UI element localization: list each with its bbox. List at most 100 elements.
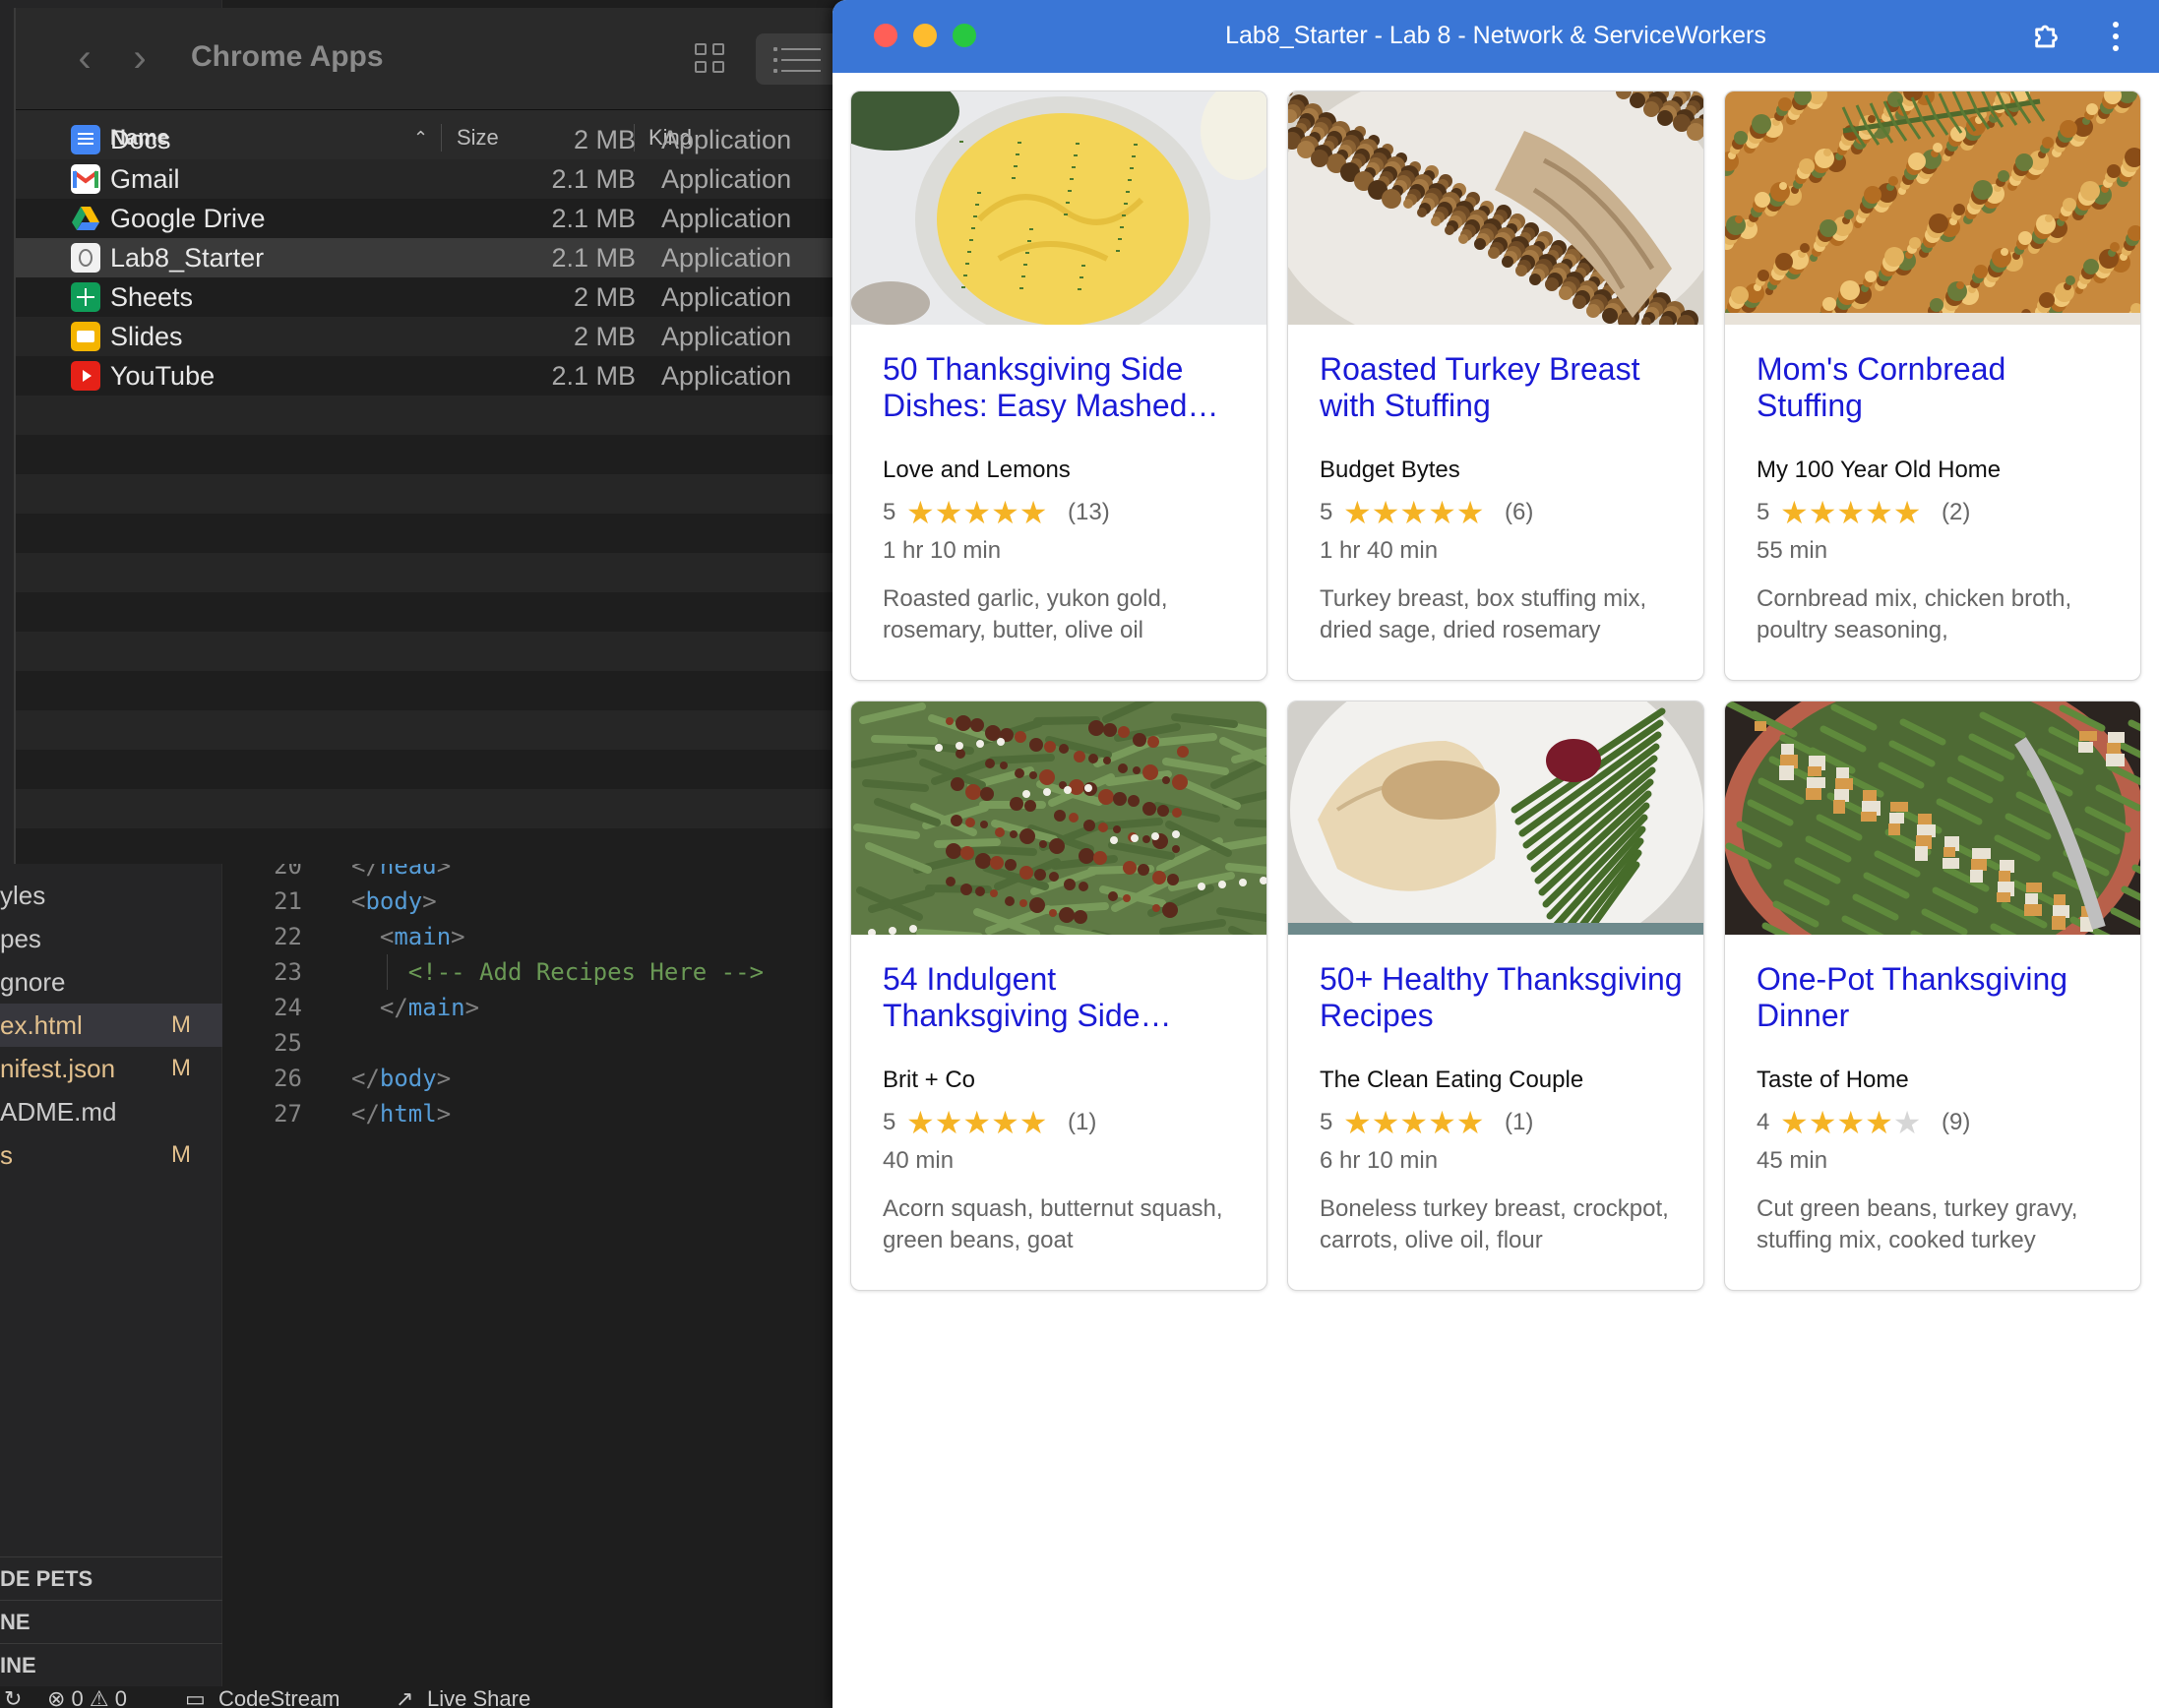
explorer-file-item[interactable]: sM xyxy=(0,1133,222,1177)
extensions-puzzle-icon[interactable] xyxy=(2031,20,2065,53)
live-share-button[interactable]: Live Share xyxy=(427,1686,530,1708)
star-filled-icon: ★ xyxy=(962,1105,992,1140)
recipe-source: Love and Lemons xyxy=(883,457,1071,483)
recipe-photo[interactable] xyxy=(851,702,1266,935)
recipe-card[interactable]: Mom's Cornbread Stuffing My 100 Year Old … xyxy=(1724,91,2141,681)
code-token: main xyxy=(394,923,452,950)
sidebar-section-header[interactable]: INE xyxy=(0,1643,222,1686)
line-number: 27 xyxy=(274,1100,302,1128)
file-row[interactable]: Sheets 2 MB Application xyxy=(16,277,846,317)
empty-row xyxy=(16,514,846,553)
file-row[interactable]: Google Drive 2.1 MB Application xyxy=(16,199,846,238)
explorer-file-item[interactable]: nifest.json M xyxy=(0,1047,222,1090)
file-name: Lab8_Starter xyxy=(110,243,265,273)
file-size: 2.1 MB xyxy=(551,204,636,233)
star-filled-icon: ★ xyxy=(1836,1105,1866,1140)
recipe-photo[interactable] xyxy=(851,92,1266,325)
grid-view-icon[interactable] xyxy=(691,39,732,79)
star-filled-icon: ★ xyxy=(1399,495,1429,530)
code-line[interactable]: 23 <!-- Add Recipes Here --> xyxy=(223,954,846,990)
recipe-ingredients: Acorn squash, butternut squash, green be… xyxy=(883,1195,1223,1253)
rating-stars: ★★★★★ xyxy=(906,495,1047,530)
file-kind: Application xyxy=(661,361,792,391)
recipe-time: 40 min xyxy=(883,1147,955,1174)
recipe-title-link[interactable]: One-Pot Thanksgiving Dinner xyxy=(1757,961,2121,1036)
code-line[interactable]: 25 xyxy=(223,1025,846,1061)
recipe-title-link[interactable]: 50+ Healthy Thanksgiving Recipes xyxy=(1320,961,1684,1036)
file-row[interactable]: Gmail 2.1 MB Application xyxy=(16,159,846,199)
recipe-card[interactable]: 50 Thanksgiving Side Dishes: Easy Mashed… xyxy=(850,91,1267,681)
file-row[interactable]: Slides 2 MB Application xyxy=(16,317,846,356)
recipe-source: Taste of Home xyxy=(1757,1067,1909,1093)
codestream-button[interactable]: CodeStream xyxy=(218,1686,340,1708)
file-size: 2 MB xyxy=(573,322,636,351)
recipe-source: My 100 Year Old Home xyxy=(1757,457,2002,483)
file-kind: Application xyxy=(661,125,792,154)
code-line[interactable]: 24 </main> xyxy=(223,990,846,1025)
recipe-photo[interactable] xyxy=(1288,92,1703,325)
star-filled-icon: ★ xyxy=(1018,1105,1048,1140)
explorer-file-name: yles xyxy=(0,881,46,910)
rating-value: 5 xyxy=(883,1109,896,1135)
recipe-card[interactable]: 50+ Healthy Thanksgiving Recipes The Clea… xyxy=(1287,701,1704,1291)
live-share-icon: ↗ xyxy=(396,1686,414,1708)
star-filled-icon: ★ xyxy=(991,495,1019,530)
explorer-file-item[interactable]: pes xyxy=(0,917,222,960)
explorer-file-item[interactable]: gnore xyxy=(0,960,222,1004)
chrome-app-window: Lab8_Starter - Lab 8 - Network & Service… xyxy=(833,0,2159,1708)
recipe-photo[interactable] xyxy=(1288,702,1703,935)
more-menu-icon[interactable] xyxy=(2110,22,2120,51)
code-line[interactable]: 21 <body> xyxy=(223,884,846,919)
star-filled-icon: ★ xyxy=(1018,495,1048,530)
back-chevron-icon[interactable]: ‹ xyxy=(65,35,104,81)
star-filled-icon: ★ xyxy=(1399,1105,1429,1140)
star-filled-icon: ★ xyxy=(1343,1105,1372,1140)
forward-chevron-icon[interactable]: › xyxy=(120,35,159,81)
recipe-ingredients: Turkey breast, box stuffing mix, dried s… xyxy=(1320,585,1647,643)
explorer-file-item[interactable]: yles xyxy=(0,874,222,917)
file-row[interactable]: YouTube 2.1 MB Application xyxy=(16,356,846,396)
sidebar-section-header[interactable]: NE xyxy=(0,1600,222,1643)
slides-icon xyxy=(71,322,100,351)
code-token: > xyxy=(464,994,480,1021)
file-row[interactable]: Docs 2 MB Application xyxy=(16,120,846,159)
explorer-file-item[interactable]: ADME.md xyxy=(0,1090,222,1133)
empty-row xyxy=(16,592,846,632)
recipe-title-link[interactable]: 54 Indulgent Thanksgiving Side… xyxy=(883,961,1247,1036)
code-token: < xyxy=(351,887,366,915)
code-token: </ xyxy=(351,994,408,1021)
code-line[interactable]: 22 <main> xyxy=(223,919,846,954)
star-filled-icon: ★ xyxy=(1808,1105,1837,1140)
rating-stars: ★★★★★ xyxy=(1780,495,1921,530)
problems-indicator[interactable]: ⊗ 0 ⚠ 0 xyxy=(47,1686,127,1708)
sync-icon[interactable]: ↻ xyxy=(4,1686,22,1708)
recipe-card[interactable]: One-Pot Thanksgiving Dinner Taste of Home… xyxy=(1724,701,2141,1291)
recipe-card[interactable]: 54 Indulgent Thanksgiving Side… Brit + Co… xyxy=(850,701,1267,1291)
line-number: 26 xyxy=(274,1065,302,1092)
file-name: Docs xyxy=(110,125,171,154)
recipe-title-link[interactable]: 50 Thanksgiving Side Dishes: Easy Mashed… xyxy=(883,351,1247,426)
rating-value: 5 xyxy=(883,499,896,525)
sidebar-section-header[interactable]: DE PETS xyxy=(0,1556,222,1600)
recipe-card[interactable]: Roasted Turkey Breast with Stuffing Budge… xyxy=(1287,91,1704,681)
recipe-title-link[interactable]: Roasted Turkey Breast with Stuffing xyxy=(1320,351,1684,426)
star-filled-icon: ★ xyxy=(991,1105,1019,1140)
line-number: 24 xyxy=(274,994,302,1021)
code-line[interactable]: 26 </body> xyxy=(223,1061,846,1096)
code-token: body xyxy=(365,887,423,915)
code-line[interactable]: 27 </html> xyxy=(223,1096,846,1131)
rating-count: (1) xyxy=(1505,1109,1534,1135)
file-row[interactable]: Lab8_Starter 2.1 MB Application xyxy=(16,238,846,277)
code-token: html xyxy=(379,1100,437,1128)
code-text: </main> xyxy=(351,990,479,1025)
recipe-photo[interactable] xyxy=(1725,92,2140,325)
recipe-title-link[interactable]: Mom's Cornbread Stuffing xyxy=(1757,351,2121,426)
explorer-file-item[interactable]: ex.html M xyxy=(0,1004,222,1047)
file-kind: Application xyxy=(661,204,792,233)
star-filled-icon: ★ xyxy=(1865,495,1893,530)
recipe-photo[interactable] xyxy=(1725,702,2140,935)
star-filled-icon: ★ xyxy=(1428,495,1456,530)
star-filled-icon: ★ xyxy=(1371,495,1400,530)
file-name: Gmail xyxy=(110,164,180,194)
explorer-file-name: ADME.md xyxy=(0,1097,117,1127)
